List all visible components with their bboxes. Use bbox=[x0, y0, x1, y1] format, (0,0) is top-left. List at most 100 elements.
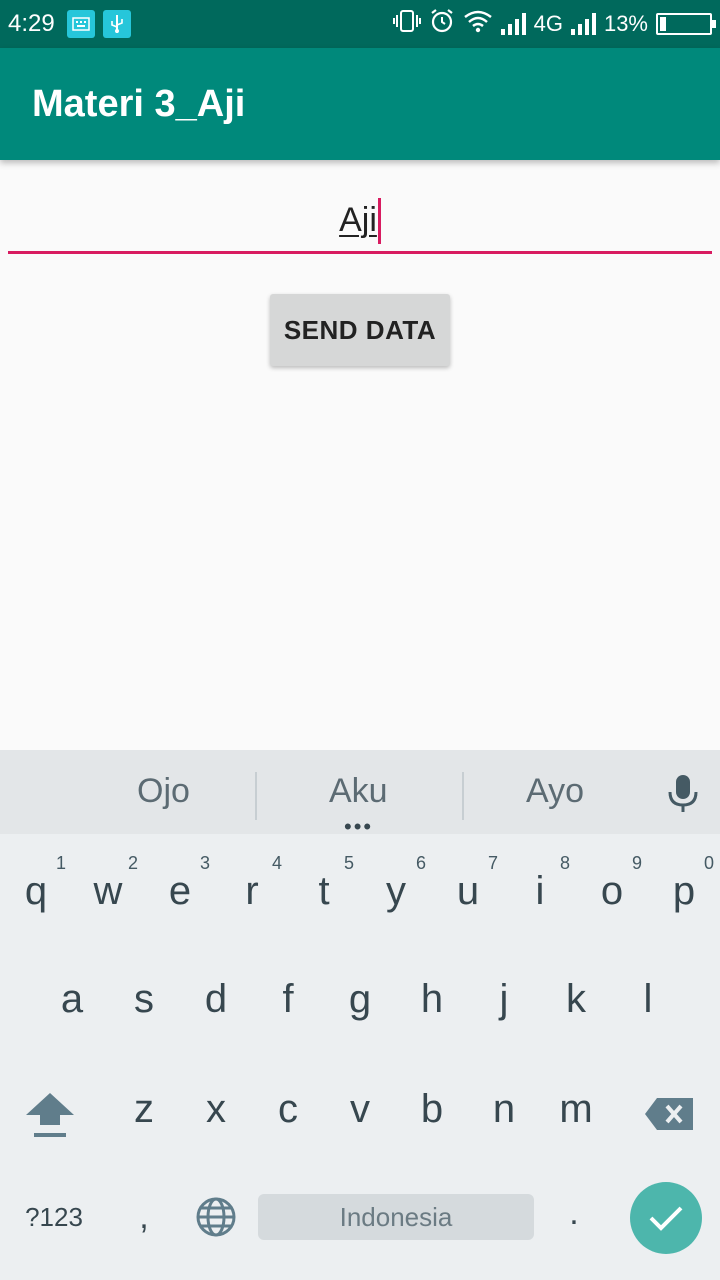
key-label: u bbox=[456, 868, 480, 913]
space-key[interactable]: Indonesia bbox=[258, 1194, 534, 1240]
key-y[interactable]: y6 bbox=[360, 841, 432, 941]
usb-icon bbox=[102, 10, 131, 38]
key-s[interactable]: s bbox=[108, 949, 180, 1049]
key-hint: 9 bbox=[631, 853, 642, 873]
period-key[interactable]: . bbox=[548, 1190, 600, 1236]
key-label: k bbox=[566, 976, 586, 1021]
key-b[interactable]: b bbox=[396, 1059, 468, 1159]
key-hint: 0 bbox=[703, 853, 714, 873]
key-t[interactable]: t5 bbox=[288, 841, 360, 941]
key-label: i bbox=[535, 868, 545, 913]
key-u[interactable]: u7 bbox=[432, 841, 504, 941]
key-hint: 7 bbox=[487, 853, 498, 873]
key-f[interactable]: f bbox=[252, 949, 324, 1049]
key-v[interactable]: v bbox=[324, 1059, 396, 1159]
alarm-icon bbox=[429, 8, 455, 40]
key-label: q bbox=[24, 868, 48, 913]
keyboard-icon bbox=[66, 10, 95, 38]
backspace-key[interactable] bbox=[633, 1084, 705, 1144]
key-label: p bbox=[672, 868, 696, 913]
more-suggestions-icon[interactable]: ••• bbox=[344, 816, 373, 838]
key-x[interactable]: x bbox=[180, 1059, 252, 1159]
key-o[interactable]: o9 bbox=[576, 841, 648, 941]
key-label: y bbox=[386, 868, 406, 913]
key-h[interactable]: h bbox=[396, 949, 468, 1049]
network-type: 4G bbox=[533, 11, 563, 36]
key-label: c bbox=[278, 1086, 298, 1131]
key-hint: 5 bbox=[343, 853, 354, 873]
key-label: v bbox=[350, 1086, 370, 1131]
suggestion-divider bbox=[462, 772, 464, 820]
key-m[interactable]: m bbox=[540, 1059, 612, 1159]
key-label: a bbox=[60, 976, 84, 1021]
key-d[interactable]: d bbox=[180, 949, 252, 1049]
key-z[interactable]: z bbox=[108, 1059, 180, 1159]
signal-icon bbox=[500, 13, 526, 35]
key-label: z bbox=[134, 1086, 154, 1131]
key-n[interactable]: n bbox=[468, 1059, 540, 1159]
key-label: j bbox=[499, 976, 509, 1021]
key-label: d bbox=[204, 976, 228, 1021]
key-q[interactable]: q1 bbox=[0, 841, 72, 941]
status-time: 4:29 bbox=[8, 10, 55, 37]
key-label: e bbox=[168, 868, 192, 913]
checkmark-icon bbox=[649, 1206, 683, 1231]
key-hint: 6 bbox=[415, 853, 426, 873]
key-label: o bbox=[600, 868, 624, 913]
key-row-2: asdfghjkl bbox=[0, 949, 720, 1049]
microphone-icon[interactable] bbox=[664, 774, 702, 819]
key-r[interactable]: r4 bbox=[216, 841, 288, 941]
key-hint: 8 bbox=[559, 853, 570, 873]
enter-key[interactable] bbox=[630, 1182, 702, 1254]
name-input-value: Aji bbox=[339, 201, 377, 239]
key-w[interactable]: w2 bbox=[72, 841, 144, 941]
key-label: t bbox=[318, 868, 330, 913]
key-p[interactable]: p0 bbox=[648, 841, 720, 941]
key-i[interactable]: i8 bbox=[504, 841, 576, 941]
suggestion-2[interactable]: Aku bbox=[329, 772, 388, 811]
key-a[interactable]: a bbox=[36, 949, 108, 1049]
key-hint: 2 bbox=[127, 853, 138, 873]
send-data-button[interactable]: SEND DATA bbox=[270, 294, 450, 366]
suggestion-3[interactable]: Ayo bbox=[526, 772, 584, 811]
suggestion-divider bbox=[255, 772, 257, 820]
suggestion-bar: Ojo Aku ••• Ayo bbox=[0, 750, 720, 838]
suggestion-1[interactable]: Ojo bbox=[137, 772, 190, 811]
key-label: l bbox=[643, 976, 653, 1021]
symbols-key[interactable]: ?123 bbox=[8, 1194, 100, 1240]
key-e[interactable]: e3 bbox=[144, 841, 216, 941]
key-j[interactable]: j bbox=[468, 949, 540, 1049]
battery-charging-icon bbox=[656, 13, 716, 35]
soft-keyboard: Ojo Aku ••• Ayo q1w2e3r4t5y6u7i8o9p0 asd… bbox=[0, 750, 720, 1280]
battery-percent: 13% bbox=[603, 11, 648, 36]
key-label: w bbox=[93, 868, 123, 913]
key-label: b bbox=[420, 1086, 444, 1131]
key-label: n bbox=[492, 1086, 516, 1131]
key-label: r bbox=[245, 868, 259, 913]
key-label: s bbox=[134, 976, 154, 1021]
app-bar: Materi 3_Aji bbox=[0, 48, 720, 160]
wifi-icon bbox=[463, 9, 493, 39]
key-k[interactable]: k bbox=[540, 949, 612, 1049]
comma-key[interactable]: , bbox=[118, 1194, 170, 1240]
key-label: f bbox=[282, 976, 294, 1021]
key-hint: 1 bbox=[55, 853, 66, 873]
globe-icon[interactable] bbox=[188, 1194, 244, 1240]
key-label: g bbox=[348, 976, 372, 1021]
key-label: h bbox=[420, 976, 444, 1021]
signal-icon-2 bbox=[570, 13, 596, 35]
app-title: Materi 3_Aji bbox=[32, 82, 246, 125]
key-hint: 3 bbox=[199, 853, 210, 873]
status-bar: 4:29 4G 13% bbox=[0, 0, 720, 48]
shift-key[interactable] bbox=[14, 1080, 86, 1150]
key-row-3: z x c v b nm bbox=[0, 1059, 720, 1159]
key-g[interactable]: g bbox=[324, 949, 396, 1049]
name-input[interactable]: Aji bbox=[8, 190, 712, 254]
key-label: x bbox=[206, 1086, 226, 1131]
key-l[interactable]: l bbox=[612, 949, 684, 1049]
key-row-1: q1w2e3r4t5y6u7i8o9p0 bbox=[0, 841, 720, 941]
key-label: m bbox=[559, 1086, 593, 1131]
key-c[interactable]: c bbox=[252, 1059, 324, 1159]
key-hint: 4 bbox=[271, 853, 282, 873]
vibrate-icon bbox=[392, 9, 421, 39]
